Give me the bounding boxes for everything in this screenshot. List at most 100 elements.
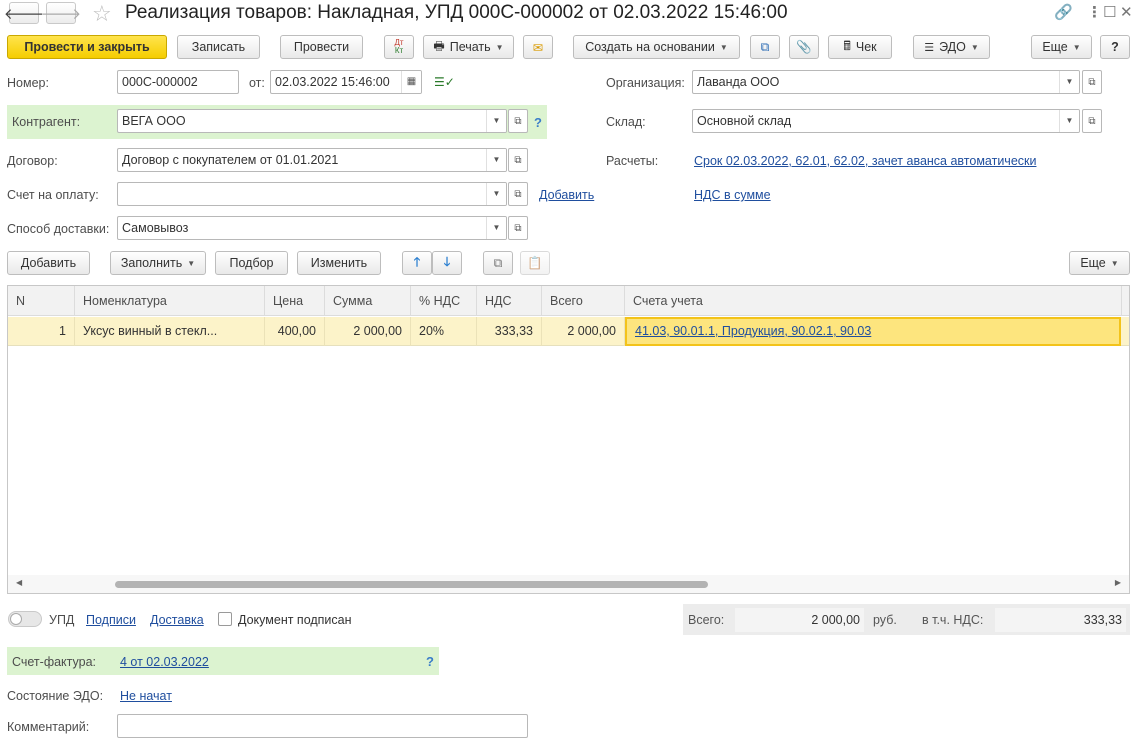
document-status-icon[interactable]: ☰✓ xyxy=(434,75,455,89)
cell-vat-rate[interactable]: 20% xyxy=(411,317,477,346)
totals-panel: Всего: 2 000,00 руб. в т.ч. НДС: 333,33 xyxy=(683,604,1130,635)
delivery-label: Способ доставки: xyxy=(7,222,110,236)
signatures-link[interactable]: Подписи xyxy=(86,613,136,627)
calendar-icon[interactable]: ▦ xyxy=(401,71,421,93)
invoice-field[interactable]: ▼ xyxy=(117,182,507,206)
comment-field[interactable] xyxy=(117,714,528,738)
col-accounts[interactable]: Счета учета xyxy=(625,286,1122,316)
more-vertical-icon[interactable]: ⋮ xyxy=(1087,3,1102,21)
col-n[interactable]: N xyxy=(8,286,75,316)
counterparty-label: Контрагент: xyxy=(12,115,81,129)
open-icon: ⧉ xyxy=(514,115,522,127)
warehouse-field[interactable]: Основной склад ▼ xyxy=(692,109,1080,133)
open-icon: ⧉ xyxy=(514,188,522,200)
printer-icon: 🖶 xyxy=(433,38,445,53)
email-button[interactable]: ✉ xyxy=(523,35,553,59)
post-and-close-button[interactable]: Провести и закрыть xyxy=(7,35,167,59)
invoice-label: Счет на оплату: xyxy=(7,188,99,202)
total-value: 2 000,00 xyxy=(735,608,864,632)
upd-toggle[interactable] xyxy=(8,611,42,627)
signed-label: Документ подписан xyxy=(238,613,352,627)
envelope-icon: ✉ xyxy=(532,40,544,55)
invoice-open-button[interactable]: ⧉ xyxy=(508,182,528,206)
date-field[interactable]: 02.03.2022 15:46:00 ▦ xyxy=(270,70,422,94)
copy-row-button[interactable]: ⧉ xyxy=(483,251,513,275)
cell-item[interactable]: Уксус винный в стекл... xyxy=(75,317,265,346)
edo-state-link[interactable]: Не начат xyxy=(120,689,172,703)
edo-icon: ☰ xyxy=(924,41,935,54)
print-button[interactable]: 🖶 Печать ▼ xyxy=(423,35,514,59)
cell-accounts[interactable]: 41.03, 90.01.1, Продукция, 90.02.1, 90.0… xyxy=(625,317,1121,346)
delivery-link[interactable]: Доставка xyxy=(150,613,204,627)
edo-button[interactable]: ☰ ЭДО ▼ xyxy=(913,35,990,59)
col-vat-rate[interactable]: % НДС xyxy=(411,286,477,316)
receipt-button[interactable]: 🖩 Чек xyxy=(828,35,892,59)
vat-total-value: 333,33 xyxy=(995,608,1126,632)
link-icon[interactable]: 🔗 xyxy=(1054,3,1073,21)
arrow-down-icon: 🡓 xyxy=(443,254,451,269)
favorite-star-icon[interactable]: ☆ xyxy=(92,1,112,27)
org-field[interactable]: Лаванда ООО ▼ xyxy=(692,70,1080,94)
invoice-help-icon[interactable]: ? xyxy=(426,654,434,669)
dt-kt-button[interactable]: Дт Кт xyxy=(384,35,414,59)
move-down-button[interactable]: 🡓 xyxy=(432,251,462,275)
back-button[interactable]: 🡐 xyxy=(4,2,44,24)
warehouse-open-button[interactable]: ⧉ xyxy=(1082,109,1102,133)
edo-state-label: Состояние ЭДО: xyxy=(7,689,104,703)
table-select-button[interactable]: Подбор xyxy=(215,251,288,275)
scrollbar-thumb[interactable] xyxy=(115,581,708,588)
forward-button[interactable]: 🡒 xyxy=(41,2,81,24)
contract-field[interactable]: Договор с покупателем от 01.01.2021 ▼ xyxy=(117,148,507,172)
post-button[interactable]: Провести xyxy=(280,35,363,59)
open-icon: ⧉ xyxy=(1088,76,1096,88)
cash-register-icon: 🖩 xyxy=(843,38,851,53)
counterparty-open-button[interactable]: ⧉ xyxy=(508,109,528,133)
col-price[interactable]: Цена xyxy=(265,286,325,316)
table-row[interactable]: 1 Уксус винный в стекл... 400,00 2 000,0… xyxy=(8,317,1129,346)
cell-price[interactable]: 400,00 xyxy=(265,317,325,346)
col-total[interactable]: Всего xyxy=(542,286,625,316)
goods-table[interactable]: N Номенклатура Цена Сумма % НДС НДС Всег… xyxy=(7,285,1130,594)
col-item[interactable]: Номенклатура xyxy=(75,286,265,316)
cell-total[interactable]: 2 000,00 xyxy=(542,317,625,346)
table-fill-button[interactable]: Заполнить ▼ xyxy=(110,251,206,275)
table-more-button[interactable]: Еще ▼ xyxy=(1069,251,1130,275)
move-up-button[interactable]: 🡑 xyxy=(402,251,432,275)
col-vat[interactable]: НДС xyxy=(477,286,542,316)
cell-vat[interactable]: 333,33 xyxy=(477,317,542,346)
col-sum[interactable]: Сумма xyxy=(325,286,411,316)
signed-checkbox[interactable] xyxy=(218,612,232,626)
invoice-add-link[interactable]: Добавить xyxy=(539,188,594,202)
arrow-right-icon: 🡒 xyxy=(40,5,82,23)
contract-open-button[interactable]: ⧉ xyxy=(508,148,528,172)
help-button[interactable]: ? xyxy=(1100,35,1130,59)
close-icon[interactable]: ✕ xyxy=(1120,3,1133,21)
structure-button[interactable]: ⧉ xyxy=(750,35,780,59)
table-add-button[interactable]: Добавить xyxy=(7,251,90,275)
more-button[interactable]: Еще ▼ xyxy=(1031,35,1092,59)
save-button[interactable]: Записать xyxy=(177,35,260,59)
copy-icon: ⧉ xyxy=(493,255,503,270)
scroll-right-icon[interactable]: ▶ xyxy=(1115,578,1121,587)
delivery-field[interactable]: Самовывоз ▼ xyxy=(117,216,507,240)
cell-sum[interactable]: 2 000,00 xyxy=(325,317,411,346)
invoice-doc-link[interactable]: 4 от 02.03.2022 xyxy=(120,655,209,669)
number-field[interactable]: 000С-000002 xyxy=(117,70,239,94)
open-icon: ⧉ xyxy=(514,154,522,166)
settlements-link[interactable]: Срок 02.03.2022, 62.01, 62.02, зачет ава… xyxy=(694,154,1036,168)
paste-row-button[interactable]: 📋 xyxy=(520,251,550,275)
open-icon: ⧉ xyxy=(1088,115,1096,127)
cell-n[interactable]: 1 xyxy=(8,317,75,346)
counterparty-field[interactable]: ВЕГА ООО ▼ xyxy=(117,109,507,133)
settlements-label: Расчеты: xyxy=(606,154,659,168)
org-open-button[interactable]: ⧉ xyxy=(1082,70,1102,94)
attach-button[interactable]: 📎 xyxy=(789,35,819,59)
maximize-icon[interactable]: ☐ xyxy=(1103,3,1116,21)
horizontal-scrollbar[interactable]: ◀ ▶ xyxy=(8,575,1129,593)
table-change-button[interactable]: Изменить xyxy=(297,251,381,275)
counterparty-help-icon[interactable]: ? xyxy=(534,115,542,130)
delivery-open-button[interactable]: ⧉ xyxy=(508,216,528,240)
create-based-on-button[interactable]: Создать на основании ▼ xyxy=(573,35,740,59)
vat-link[interactable]: НДС в сумме xyxy=(694,188,771,202)
scroll-left-icon[interactable]: ◀ xyxy=(16,578,22,587)
